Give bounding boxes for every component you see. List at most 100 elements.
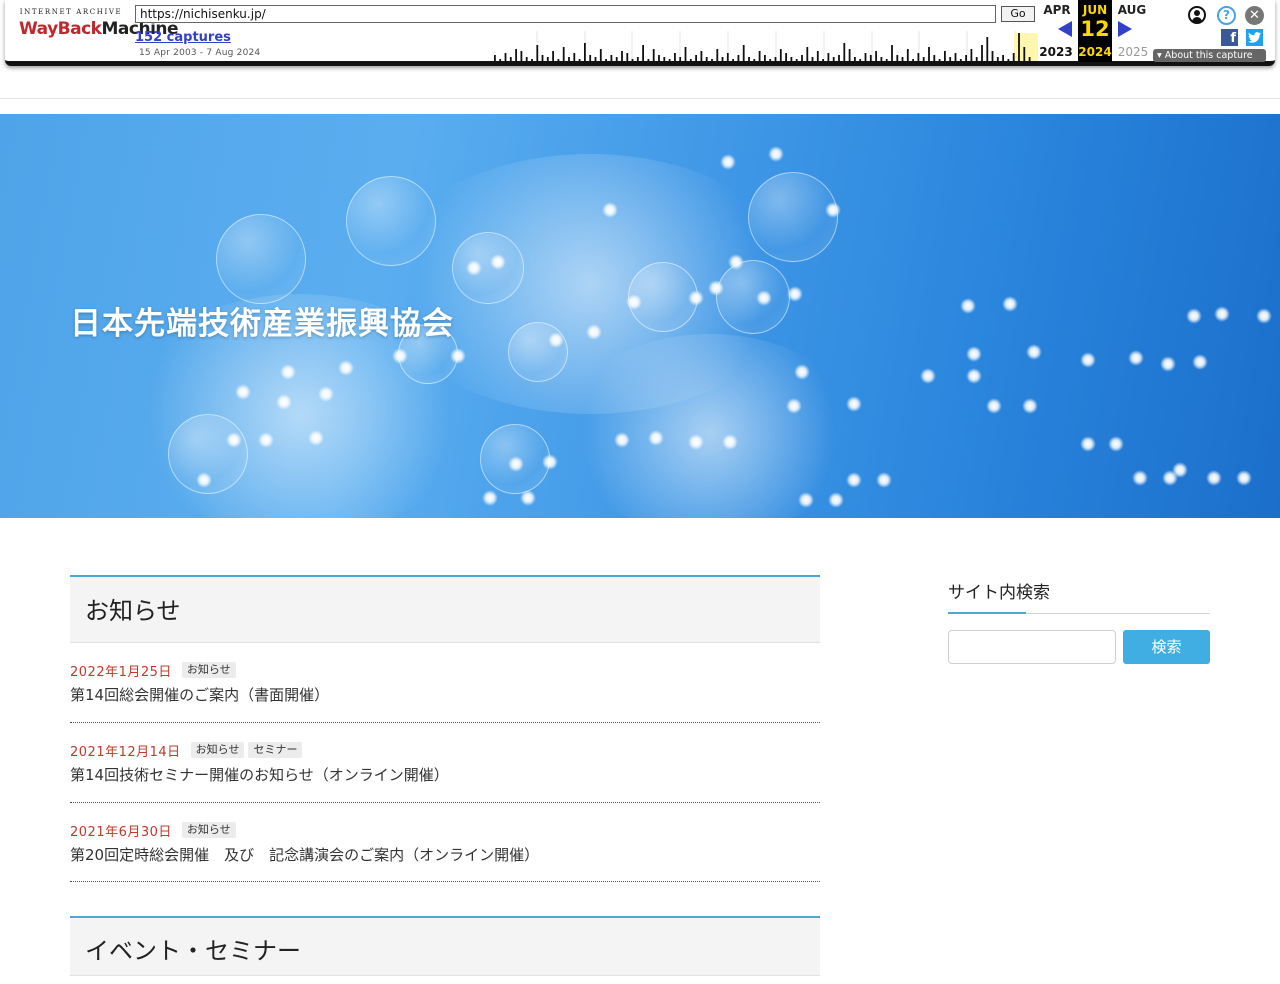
sparkline-capture-bar[interactable]: [838, 55, 840, 61]
sparkline-capture-bar[interactable]: [970, 49, 973, 61]
sparkline-capture-bar[interactable]: [917, 53, 920, 61]
facebook-share-icon[interactable]: f: [1221, 29, 1238, 46]
capture-sparkline[interactable]: [489, 27, 1039, 61]
sparkline-capture-bar[interactable]: [938, 59, 941, 61]
news-category-tag[interactable]: お知らせ: [190, 742, 245, 758]
sparkline-capture-bar[interactable]: [652, 49, 655, 61]
sparkline-capture-bar[interactable]: [721, 57, 724, 61]
wayback-logo[interactable]: INTERNET ARCHIVE WayBackMachine: [19, 8, 179, 50]
sparkline-capture-bar[interactable]: [541, 55, 544, 61]
sparkline-capture-bar[interactable]: [584, 43, 586, 61]
prev-year-label[interactable]: 2023: [1036, 45, 1076, 59]
sparkline-capture-bar[interactable]: [594, 57, 597, 61]
sparkline-capture-bar[interactable]: [785, 53, 787, 61]
sparkline-capture-bar[interactable]: [801, 55, 803, 61]
sparkline-capture-bar[interactable]: [679, 57, 682, 61]
sparkline-capture-bar[interactable]: [864, 53, 867, 61]
sparkline-capture-bar[interactable]: [1018, 33, 1020, 61]
sparkline-capture-bar[interactable]: [626, 53, 629, 61]
sparkline-capture-bar[interactable]: [1002, 55, 1004, 61]
sparkline-capture-bar[interactable]: [944, 51, 946, 61]
sparkline-capture-bar[interactable]: [975, 57, 978, 61]
news-title-link[interactable]: 第20回定時総会開催 及び 記念講演会のご案内（オンライン開催）: [70, 844, 539, 865]
sparkline-capture-bar[interactable]: [705, 57, 708, 61]
sparkline-capture-bar[interactable]: [912, 59, 914, 61]
sparkline-capture-bar[interactable]: [599, 49, 602, 61]
sparkline-capture-bar[interactable]: [753, 59, 756, 61]
sparkline-capture-bar[interactable]: [981, 45, 983, 61]
sparkline-capture-bar[interactable]: [790, 57, 793, 61]
sparkline-capture-bar[interactable]: [546, 57, 549, 61]
sparkline-capture-bar[interactable]: [642, 45, 644, 61]
sparkline-capture-bar[interactable]: [568, 57, 570, 61]
sparkline-capture-bar[interactable]: [854, 57, 856, 61]
sparkline-capture-bar[interactable]: [954, 53, 957, 61]
sparkline-capture-bar[interactable]: [674, 53, 676, 61]
twitter-share-icon[interactable]: [1246, 29, 1263, 46]
sparkline-capture-bar[interactable]: [520, 51, 523, 61]
sparkline-capture-bar[interactable]: [668, 59, 671, 61]
sparkline-capture-bar[interactable]: [769, 59, 772, 61]
sparkline-capture-bar[interactable]: [959, 59, 962, 61]
sparkline-capture-bar[interactable]: [536, 45, 539, 61]
prev-capture-arrow-icon[interactable]: [1058, 21, 1072, 37]
sparkline-capture-bar[interactable]: [605, 59, 607, 61]
sparkline-capture-bar[interactable]: [742, 45, 745, 61]
sparkline-capture-bar[interactable]: [573, 53, 576, 61]
news-item[interactable]: 2021年6月30日 お知らせ 第20回定時総会開催 及び 記念講演会のご案内（…: [70, 820, 820, 882]
sparkline-capture-bar[interactable]: [552, 51, 554, 61]
sparkline-capture-bar[interactable]: [896, 55, 899, 61]
close-icon[interactable]: ✕: [1245, 6, 1264, 25]
sparkline-capture-bar[interactable]: [901, 57, 904, 61]
about-capture-dropdown[interactable]: ▾ About this capture: [1153, 49, 1266, 62]
url-input[interactable]: https://nichisenku.jp/: [135, 5, 996, 23]
sparkline-capture-bar[interactable]: [859, 59, 862, 61]
sparkline-capture-bar[interactable]: [933, 55, 936, 61]
sparkline-capture-bar[interactable]: [827, 53, 830, 61]
sparkline-capture-bar[interactable]: [732, 59, 734, 61]
news-category-tag[interactable]: セミナー: [248, 742, 303, 758]
news-title-link[interactable]: 第14回技術セミナー開催のお知らせ（オンライン開催）: [70, 764, 449, 785]
sparkline-capture-bar[interactable]: [991, 51, 994, 61]
news-title-link[interactable]: 第14回総会開催のご案内（書面開催）: [70, 684, 329, 705]
sparkline-capture-bar[interactable]: [1012, 53, 1015, 61]
sparkline-capture-bar[interactable]: [816, 51, 819, 61]
sparkline-capture-bar[interactable]: [875, 51, 877, 61]
sparkline-capture-bar[interactable]: [1028, 57, 1031, 61]
sparkline-capture-bar[interactable]: [509, 57, 512, 61]
sparkline-capture-bar[interactable]: [631, 59, 634, 61]
sparkline-capture-bar[interactable]: [557, 59, 560, 61]
prev-month-label[interactable]: APR: [1040, 3, 1074, 17]
sparkline-capture-bar[interactable]: [1007, 59, 1010, 61]
sparkline-capture-bar[interactable]: [928, 47, 930, 61]
sparkline-capture-bar[interactable]: [531, 59, 533, 61]
sparkline-capture-bar[interactable]: [1023, 47, 1026, 61]
sparkline-capture-bar[interactable]: [885, 59, 888, 61]
sparkline-capture-bar[interactable]: [996, 57, 999, 61]
sparkline-capture-bar[interactable]: [615, 57, 618, 61]
sparkline-capture-bar[interactable]: [700, 51, 703, 61]
sparkline-capture-bar[interactable]: [504, 53, 507, 61]
sparkline-capture-bar[interactable]: [764, 55, 766, 61]
news-category-tag[interactable]: お知らせ: [181, 822, 236, 838]
sparkline-capture-bar[interactable]: [578, 59, 581, 61]
sparkline-capture-bar[interactable]: [922, 57, 925, 61]
sparkline-capture-bar[interactable]: [589, 55, 592, 61]
sparkline-capture-bar[interactable]: [795, 59, 798, 61]
sparkline-capture-bar[interactable]: [647, 59, 650, 61]
user-account-icon[interactable]: [1188, 6, 1206, 24]
next-capture-arrow-icon[interactable]: [1118, 21, 1132, 37]
sparkline-capture-bar[interactable]: [880, 57, 883, 61]
sparkline-capture-bar[interactable]: [965, 55, 967, 61]
sparkline-capture-bar[interactable]: [689, 59, 692, 61]
site-search-button[interactable]: 検索: [1123, 630, 1210, 664]
sparkline-capture-bar[interactable]: [822, 59, 824, 61]
sparkline-capture-bar[interactable]: [869, 55, 872, 61]
sparkline-capture-bar[interactable]: [848, 49, 851, 61]
sparkline-capture-bar[interactable]: [726, 53, 729, 61]
sparkline-capture-bar[interactable]: [621, 51, 623, 61]
go-button[interactable]: Go: [1001, 6, 1035, 22]
sparkline-capture-bar[interactable]: [843, 43, 846, 61]
sparkline-capture-bar[interactable]: [949, 57, 952, 61]
sparkline-capture-bar[interactable]: [610, 55, 613, 61]
